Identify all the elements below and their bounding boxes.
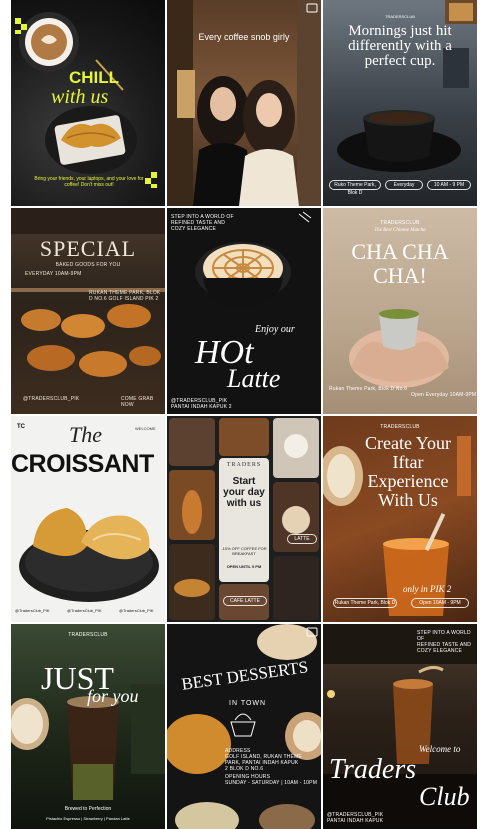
welcome-text: WELCOME bbox=[135, 426, 156, 431]
post-coffee-snob-girly[interactable]: Every coffee snob girly bbox=[167, 0, 321, 206]
hours-text: OPEN UNTIL 9 PM bbox=[226, 564, 262, 569]
post-special-baked-goods[interactable]: SPECIAL BAKED GOODS FOR YOU EVERYDAY 10A… bbox=[11, 208, 165, 414]
days-pill: Everyday bbox=[385, 180, 423, 190]
brand-logo: TRADERSCLUB bbox=[380, 424, 420, 430]
post-title: Start your day with us bbox=[223, 476, 265, 509]
post-kicker: Brewed to Perfection bbox=[64, 806, 112, 812]
location-pill: Ruko Theme Park, Blok D bbox=[329, 180, 381, 196]
brand-logo: TRADERSCLUB bbox=[68, 632, 108, 638]
post-mornings-perfect-cup[interactable]: TRADERSCLUB Mornings just hit differentl… bbox=[323, 0, 477, 206]
cupcake-icon bbox=[230, 713, 256, 737]
post-title-2: Latte bbox=[227, 364, 281, 393]
address-block: ADDRESS GOLF ISLAND, RUKAN THEME PARK, P… bbox=[225, 748, 318, 786]
cta-text: COME GRAB NOW bbox=[121, 396, 154, 408]
latte-label: LATTE bbox=[287, 534, 317, 544]
post-subtitle: BAKED GOODS FOR YOU bbox=[55, 262, 121, 268]
handle-text: @TradersClub_PIK bbox=[119, 608, 154, 613]
hours-pill: Open 10AM - 9PM bbox=[411, 598, 469, 608]
post-iftar-experience[interactable]: TRADERSCLUB Create Your Iftar Experience… bbox=[323, 416, 477, 622]
post-just-for-you[interactable]: TRADERSCLUB JUST for you Brewed to Perfe… bbox=[11, 624, 165, 829]
post-caption: Every coffee snob girly bbox=[198, 32, 290, 42]
hours-text: Open Everyday 10AM-9PM bbox=[411, 392, 477, 398]
post-start-your-day[interactable]: TRADERS Start your day with us -10% OFF … bbox=[167, 416, 321, 622]
post-subtitle: for you bbox=[87, 686, 139, 706]
post-kicker: The Best Chinese Matcha bbox=[374, 228, 426, 233]
post-the-croissant[interactable]: TC WELCOME The CROISSANT @TradersClub_PI… bbox=[11, 416, 165, 622]
hours-pill: 10 AM - 9 PM bbox=[427, 180, 471, 190]
iced-drinks-photo bbox=[11, 684, 165, 800]
post-kicker: Enjoy our bbox=[255, 324, 295, 335]
post-title: Traders bbox=[329, 754, 417, 785]
post-title: SPECIAL bbox=[39, 236, 137, 261]
post-subtitle: IN TOWN bbox=[229, 700, 267, 707]
post-title: Mornings just hit differently with a per… bbox=[348, 23, 452, 69]
post-title: CHA CHA CHA! bbox=[351, 239, 449, 288]
post-best-desserts[interactable]: BEST DESSERTS IN TOWN ADDRESS GOLF ISLAN… bbox=[167, 624, 321, 829]
brand-logo: TRADERSCLUB bbox=[385, 14, 415, 19]
handle-text: @TRADERSCLUB_PIK PANTAI INDAH KAPUK bbox=[327, 812, 384, 824]
brand-logo: TRADERSCLUB bbox=[380, 220, 420, 226]
brand-logo: TC bbox=[17, 424, 25, 430]
post-cha-cha-cha[interactable]: TRADERSCLUB The Best Chinese Matcha CHA … bbox=[323, 208, 477, 414]
post-chill-with-us[interactable]: CHILL with us Bring your friends, your l… bbox=[11, 0, 165, 206]
handle-text: @TradersClub_PIK bbox=[15, 608, 50, 613]
offer-text: -10% OFF COFFEE FOR BREAKFAST bbox=[221, 546, 267, 556]
post-hot-latte[interactable]: STEP INTO A WORLD OF REFINED TASTE AND C… bbox=[167, 208, 321, 414]
handle-text: @TRADERSCLUB_PIK PANTAI INDAH KAPUK 2 bbox=[171, 398, 232, 410]
hours-text: EVERYDAY 10AM-9PM bbox=[25, 271, 82, 277]
tagline: STEP INTO A WORLD OF REFINED TASTE AND C… bbox=[417, 630, 472, 654]
post-title: CROISSANT bbox=[11, 450, 154, 478]
brand-logo: TRADERS bbox=[226, 462, 262, 468]
post-kicker: Welcome to bbox=[419, 744, 461, 754]
post-title: Create Your Iftar Experience With Us bbox=[365, 433, 451, 510]
two-women-photo bbox=[167, 0, 321, 206]
address-text: Rukan Theme Park, Blok D No.6 bbox=[329, 386, 408, 392]
post-kicker: The bbox=[69, 422, 102, 447]
post-title: CHILL bbox=[69, 68, 120, 87]
post-grid: CHILL with us Bring your friends, your l… bbox=[11, 0, 477, 829]
cafe-latte-label: CAFE LATTE bbox=[223, 596, 267, 606]
post-subtitle: with us bbox=[51, 86, 109, 108]
post-title-2: Club bbox=[419, 782, 470, 811]
desserts-photo bbox=[167, 624, 321, 829]
address-text: RUKAN THEME PARK, BLOK D NO.6 GOLF ISLAN… bbox=[89, 290, 161, 302]
location-pill: Rukan Theme Park, Blok D bbox=[333, 598, 397, 608]
menu-list: Pistachio Espresso | Strawberry | Pandan… bbox=[46, 816, 130, 821]
post-caption: Bring your friends, your laptops, and yo… bbox=[34, 176, 144, 188]
post-traders-club[interactable]: STEP INTO A WORLD OF REFINED TASTE AND C… bbox=[323, 624, 477, 829]
tagline: STEP INTO A WORLD OF REFINED TASTE AND C… bbox=[171, 214, 234, 232]
handle-text: @TRADERSCLUB_PIK bbox=[23, 396, 80, 402]
post-subtitle: only in PIK 2 bbox=[403, 584, 452, 594]
handle-text: @TradersClub_PIK bbox=[67, 608, 102, 613]
